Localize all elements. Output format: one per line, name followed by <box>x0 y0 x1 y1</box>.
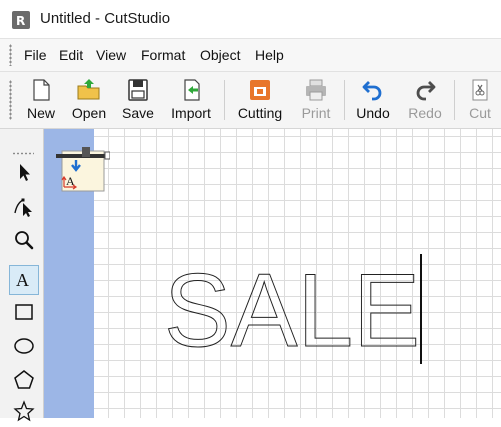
undo-label: Undo <box>356 105 390 121</box>
title-bar: R Untitled - CutStudio <box>0 0 501 39</box>
text-object[interactable]: SALE <box>164 254 424 364</box>
open-button[interactable]: Open <box>69 74 109 126</box>
print-button[interactable]: Print <box>296 74 336 126</box>
save-label: Save <box>122 105 154 121</box>
text-tool[interactable]: A <box>9 265 39 295</box>
node-edit-icon <box>14 198 32 217</box>
toolbar-grip-handle[interactable] <box>9 80 12 120</box>
print-label: Print <box>301 105 331 121</box>
new-label: New <box>26 105 55 121</box>
pentagon-icon <box>14 370 34 389</box>
menu-help[interactable]: Help <box>255 47 284 63</box>
window-title: Untitled - CutStudio <box>40 10 171 27</box>
redo-arrow-icon <box>416 81 436 101</box>
svg-text:A: A <box>16 270 29 290</box>
menu-object[interactable]: Object <box>200 47 240 63</box>
zoom-tool[interactable] <box>9 226 39 256</box>
new-button[interactable]: New <box>22 74 60 126</box>
redo-button[interactable]: Redo <box>405 74 445 126</box>
printer-icon <box>306 79 326 101</box>
text-cursor <box>420 254 422 364</box>
rectangle-icon <box>15 304 33 320</box>
star-icon <box>13 400 35 422</box>
cut-scissors-icon <box>472 79 488 101</box>
polygon-tool[interactable] <box>9 366 39 396</box>
app-logo-icon: R <box>12 11 30 29</box>
toolbar-separator <box>224 80 225 120</box>
menu-view[interactable]: View <box>96 47 126 63</box>
import-button[interactable]: Import <box>167 74 215 126</box>
menu-edit[interactable]: Edit <box>59 47 83 63</box>
select-tool[interactable] <box>9 158 39 188</box>
open-label: Open <box>71 105 107 121</box>
text-tool-icon: A <box>16 270 29 290</box>
cutting-button[interactable]: Cutting <box>234 74 286 126</box>
zoom-icon <box>15 231 34 250</box>
cut-label: Cut <box>469 105 491 121</box>
ellipse-icon <box>14 338 34 354</box>
svg-text:R: R <box>16 14 25 28</box>
ellipse-tool[interactable] <box>9 332 39 362</box>
menu-format[interactable]: Format <box>141 47 185 63</box>
select-arrow-icon <box>20 164 30 181</box>
drawing-canvas[interactable]: A SALE <box>44 129 501 418</box>
star-tool[interactable] <box>9 397 39 427</box>
new-document-icon <box>33 79 50 101</box>
import-icon <box>184 79 200 101</box>
node-edit-tool[interactable] <box>9 192 39 222</box>
menu-file[interactable]: File <box>24 47 47 63</box>
save-button[interactable]: Save <box>119 74 157 126</box>
menu-grip-handle[interactable] <box>9 44 12 66</box>
open-folder-icon <box>77 79 100 100</box>
toolbox-grip-handle[interactable] <box>12 152 34 155</box>
redo-label: Redo <box>408 105 442 121</box>
main-toolbar: New Open Save Import Cutting Print Undo … <box>0 72 501 129</box>
import-label: Import <box>171 105 211 121</box>
rectangle-tool[interactable] <box>9 298 39 328</box>
cut-button[interactable]: Cut <box>462 74 498 126</box>
undo-arrow-icon <box>362 81 382 101</box>
drawing-toolbox: A <box>0 129 44 422</box>
cutter-icon <box>250 80 270 100</box>
save-disk-icon <box>128 79 148 101</box>
toolbar-separator <box>454 80 455 120</box>
undo-button[interactable]: Undo <box>353 74 393 126</box>
cutting-label: Cutting <box>237 105 283 121</box>
toolbar-separator <box>344 80 345 120</box>
sale-text: SALE <box>164 254 420 364</box>
menu-bar: File Edit View Format Object Help <box>0 39 501 72</box>
origin-marker-icon[interactable]: A <box>56 141 110 193</box>
